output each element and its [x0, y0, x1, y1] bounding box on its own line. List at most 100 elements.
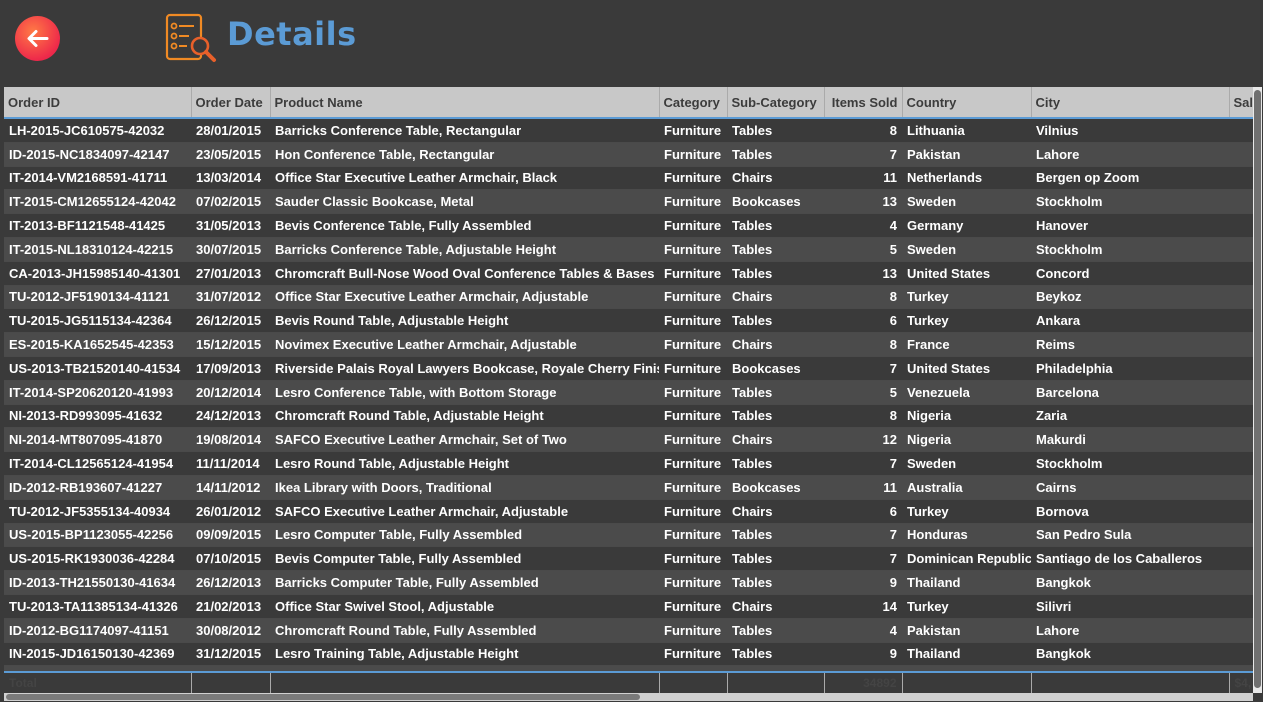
table-cell: Furniture — [659, 523, 727, 548]
table-row[interactable]: IT-2013-BF1121548-41425 31/05/2013 Bevis C… — [4, 213, 1253, 238]
table-row[interactable]: TU-2013-TA11385134-41326 21/02/2013 Office… — [4, 594, 1253, 619]
table-cell: Reims — [1031, 332, 1229, 357]
table-row[interactable]: LH-2015-JC610575-42032 28/01/2015 Barricks… — [4, 118, 1253, 143]
table-cell: Stockholm — [1031, 237, 1229, 262]
table-cell — [1229, 546, 1253, 572]
table-row[interactable]: NI-2013-RD993095-41632 24/12/2013 Chromcra… — [4, 404, 1253, 429]
table-row[interactable]: NI-2014-MT807095-41870 19/08/2014 SAFCO Ex… — [4, 427, 1253, 453]
table-cell: Tables — [727, 261, 824, 286]
column-header-category[interactable]: Category — [659, 87, 728, 119]
table-row[interactable]: CA-2013-JH15985140-41301 27/01/2013 Chromc… — [4, 261, 1253, 286]
table-cell: LH-2015-JC610575-42032 — [4, 118, 191, 143]
table-cell: Furniture — [659, 308, 727, 334]
table-cell: Furniture — [659, 594, 727, 619]
table-cell: Philadelphia — [1031, 356, 1229, 381]
back-button[interactable] — [15, 16, 60, 61]
table-cell: Thailand — [902, 570, 1031, 595]
table-cell: 31/12/2015 — [191, 642, 270, 667]
table-cell: Furniture — [659, 332, 727, 357]
table-cell: Stockholm — [1031, 189, 1229, 215]
table-cell: Australia — [902, 475, 1031, 500]
table-cell: Hon Conference Table, Rectangular — [270, 142, 659, 167]
table-cell: Ankara — [1031, 308, 1229, 334]
table-cell: Furniture — [659, 356, 727, 381]
table-cell: Furniture — [659, 570, 727, 595]
table-cell: Lesro Training Table, Adjustable Height — [270, 642, 659, 667]
table-cell: ID-2013-TH21550130-41634 — [4, 570, 191, 595]
table-cell: Furniture — [659, 475, 727, 500]
column-header-sales[interactable]: Sal — [1229, 87, 1253, 119]
table-cell: Tables — [727, 308, 824, 334]
table-row[interactable]: IT-2015-CM12655124-42042 07/02/2015 Sauder… — [4, 189, 1253, 215]
table-row[interactable]: ES-2015-KA1652545-42353 15/12/2015 Novimex… — [4, 332, 1253, 357]
table-cell — [1229, 499, 1253, 524]
table-row[interactable]: IT-2014-CL12565124-41954 11/11/2014 Lesro … — [4, 451, 1253, 476]
table-row[interactable]: US-2015-BP1123055-42256 09/09/2015 Lesro C… — [4, 523, 1253, 548]
table-row[interactable]: TU-2012-JF5355134-40934 26/01/2012 SAFCO E… — [4, 499, 1253, 524]
vertical-scrollbar-thumb[interactable] — [1254, 90, 1261, 688]
column-header-product-name[interactable]: Product Name — [270, 87, 660, 119]
table-total-row: Total 34892 $4, — [4, 671, 1253, 695]
details-table[interactable]: Order ID Order Date Product Name Categor… — [4, 87, 1253, 691]
table-cell: 12 — [824, 427, 902, 453]
table-cell: Tables — [727, 380, 824, 405]
table-row[interactable]: IT-2014-VM2168591-41711 13/03/2014 Office … — [4, 166, 1253, 191]
table-cell: Furniture — [659, 499, 727, 524]
table-cell: Bergen op Zoom — [1031, 166, 1229, 191]
table-cell: Beykoz — [1031, 285, 1229, 310]
table-row[interactable]: TU-2012-JF5190134-41121 31/07/2012 Office … — [4, 285, 1253, 310]
horizontal-scrollbar-thumb[interactable] — [6, 694, 640, 700]
table-cell — [1229, 237, 1253, 262]
table-cell: 7 — [824, 451, 902, 476]
table-cell: Honduras — [902, 523, 1031, 548]
table-row[interactable]: ID-2012-RB193607-41227 14/11/2012 Ikea Lib… — [4, 475, 1253, 500]
column-header-items-sold[interactable]: Items Sold — [824, 87, 903, 119]
table-row[interactable]: ID-2013-TH21550130-41634 26/12/2013 Barric… — [4, 570, 1253, 595]
column-header-country[interactable]: Country — [902, 87, 1032, 119]
table-cell — [1229, 356, 1253, 381]
table-cell: CA-2013-JH15985140-41301 — [4, 261, 191, 286]
table-cell: 13/03/2014 — [191, 166, 270, 191]
table-cell: Office Star Executive Leather Armchair, … — [270, 285, 659, 310]
table-cell: Turkey — [902, 285, 1031, 310]
table-cell: 4 — [824, 618, 902, 643]
table-row[interactable]: ID-2012-BG1174097-41151 30/08/2012 Chromcr… — [4, 618, 1253, 643]
table-cell — [1229, 570, 1253, 595]
table-cell: 27/01/2013 — [191, 261, 270, 286]
table-cell: Ikea Library with Doors, Traditional — [270, 475, 659, 500]
column-header-order-date[interactable]: Order Date — [191, 87, 271, 119]
table-cell: ID-2015-NC1834097-42147 — [4, 142, 191, 167]
column-header-city[interactable]: City — [1031, 87, 1230, 119]
table-cell — [1229, 213, 1253, 238]
table-cell — [1229, 618, 1253, 643]
table-cell: Barricks Computer Table, Fully Assembled — [270, 570, 659, 595]
table-row[interactable]: US-2015-RK1930036-42284 07/10/2015 Bevis C… — [4, 546, 1253, 572]
table-cell — [1229, 380, 1253, 405]
column-header-sub-category[interactable]: Sub-Category — [727, 87, 825, 119]
table-cell: Sauder Classic Bookcase, Metal — [270, 189, 659, 215]
table-row[interactable]: IT-2014-SP20620120-41993 20/12/2014 Lesro … — [4, 380, 1253, 405]
table-cell: 31/07/2012 — [191, 285, 270, 310]
table-row[interactable]: IT-2015-NL18310124-42215 30/07/2015 Barric… — [4, 237, 1253, 262]
table-cell: Furniture — [659, 166, 727, 191]
table-cell: 19/08/2014 — [191, 427, 270, 453]
table-cell: Chairs — [727, 499, 824, 524]
table-cell: Pakistan — [902, 142, 1031, 167]
table-cell: TU-2013-TA11385134-41326 — [4, 594, 191, 619]
table-cell: Novimex Executive Leather Armchair, Adju… — [270, 332, 659, 357]
column-header-order-id[interactable]: Order ID — [4, 87, 192, 119]
table-cell: Vilnius — [1031, 118, 1229, 143]
table-cell: Zaria — [1031, 404, 1229, 429]
table-cell: Sweden — [902, 189, 1031, 215]
table-cell: 21/02/2013 — [191, 594, 270, 619]
table-row[interactable]: TU-2015-JG5115134-42364 26/12/2015 Bevis R… — [4, 308, 1253, 334]
table-cell: Makurdi — [1031, 427, 1229, 453]
table-row[interactable]: IN-2015-JD16150130-42369 31/12/2015 Lesro … — [4, 642, 1253, 667]
table-cell: 30/08/2012 — [191, 618, 270, 643]
table-row[interactable]: US-2013-TB21520140-41534 17/09/2013 Rivers… — [4, 356, 1253, 381]
table-row[interactable]: ID-2015-NC1834097-42147 23/05/2015 Hon Con… — [4, 142, 1253, 167]
table-cell: Silivri — [1031, 594, 1229, 619]
table-cell: Tables — [727, 546, 824, 572]
table-cell: Turkey — [902, 594, 1031, 619]
table-cell: Furniture — [659, 118, 727, 143]
